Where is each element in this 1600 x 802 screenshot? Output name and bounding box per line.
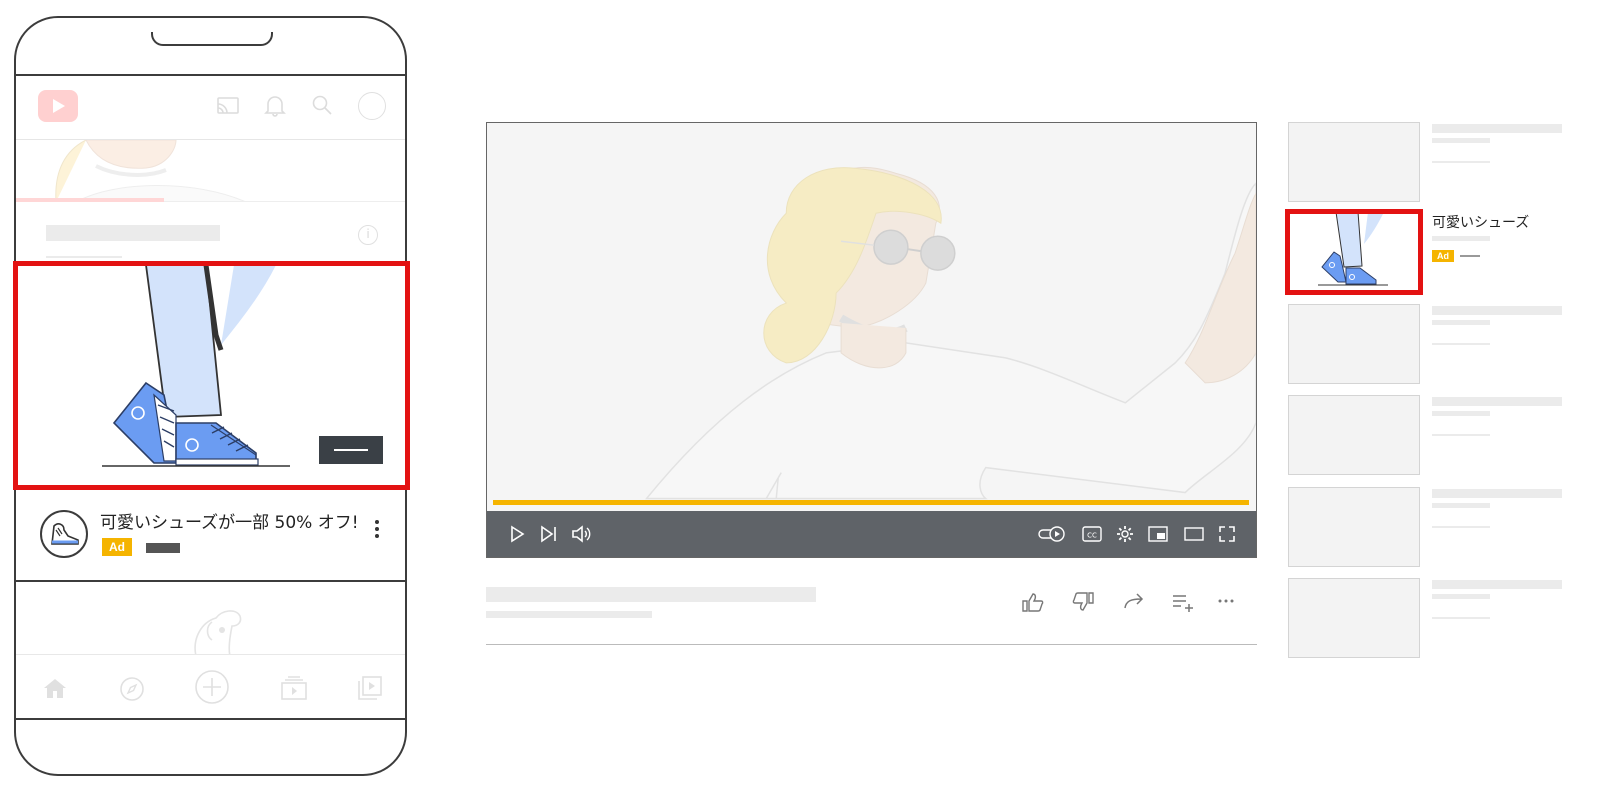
video-frame xyxy=(645,166,1256,500)
more-options-icon[interactable] xyxy=(372,518,382,540)
volume-icon[interactable] xyxy=(571,524,593,544)
related-video-thumbnail[interactable] xyxy=(1288,578,1420,658)
app-top-bar xyxy=(16,76,405,140)
save-to-playlist-icon[interactable] xyxy=(1170,591,1196,613)
related-meta-skeleton xyxy=(1432,617,1490,619)
related-title-skeleton xyxy=(1432,320,1490,325)
subtitle-skeleton xyxy=(46,256,122,258)
subscriptions-icon[interactable] xyxy=(280,675,308,701)
phone-bottom-divider xyxy=(16,718,405,720)
youtube-logo[interactable] xyxy=(38,90,78,122)
captions-icon[interactable]: CC xyxy=(1081,524,1103,544)
related-title-skeleton xyxy=(1432,124,1562,133)
info-icon[interactable]: i xyxy=(358,225,378,245)
bottom-navigation xyxy=(16,654,405,718)
related-meta-skeleton xyxy=(1432,526,1490,528)
more-actions-icon[interactable] xyxy=(1216,591,1236,613)
advertiser-name-placeholder xyxy=(146,543,180,553)
ad-headline[interactable]: 可愛いシューズが一部 50% オフ! xyxy=(100,508,359,533)
video-player[interactable]: CC xyxy=(486,122,1257,558)
related-video-thumbnail[interactable] xyxy=(1288,304,1420,384)
title-skeleton xyxy=(46,225,220,241)
related-video-thumbnail[interactable] xyxy=(1288,487,1420,567)
related-title-skeleton xyxy=(1432,503,1490,508)
related-title-skeleton xyxy=(1432,580,1562,589)
fullscreen-icon[interactable] xyxy=(1217,524,1237,544)
ad-highlight-frame xyxy=(13,261,410,490)
like-icon[interactable] xyxy=(1020,591,1046,613)
autoplay-toggle-icon[interactable] xyxy=(1037,524,1067,544)
related-meta-skeleton xyxy=(1432,161,1490,163)
play-icon[interactable] xyxy=(509,524,525,544)
video-title-skeleton xyxy=(486,587,816,602)
cast-icon[interactable] xyxy=(216,96,240,116)
sidebar-ad-badge: Ad xyxy=(1432,250,1454,262)
phone-speaker xyxy=(151,32,273,46)
related-video-thumbnail[interactable] xyxy=(1288,122,1420,202)
sidebar-ad-advertiser-skeleton xyxy=(1460,255,1480,257)
related-title-skeleton xyxy=(1432,306,1562,315)
home-icon[interactable] xyxy=(42,677,68,699)
dislike-icon[interactable] xyxy=(1070,591,1096,613)
player-progress-bar[interactable] xyxy=(493,500,1249,505)
related-title-skeleton xyxy=(1432,397,1562,406)
miniplayer-icon[interactable] xyxy=(1147,524,1169,544)
related-title-skeleton xyxy=(1432,489,1562,498)
related-video-thumbnail[interactable] xyxy=(1288,395,1420,475)
next-icon[interactable] xyxy=(539,524,559,544)
video-meta-skeleton xyxy=(486,611,652,618)
video-preview-peek xyxy=(16,140,405,202)
sidebar-ad-highlight-frame xyxy=(1285,209,1423,295)
video-info-row xyxy=(486,585,1257,645)
related-meta-skeleton xyxy=(1432,343,1490,345)
search-icon[interactable] xyxy=(311,94,333,116)
create-plus-icon[interactable] xyxy=(194,669,230,705)
next-video-peek xyxy=(16,580,405,654)
share-icon[interactable] xyxy=(1122,591,1146,613)
video-progress-bar[interactable] xyxy=(16,198,164,202)
library-icon[interactable] xyxy=(357,675,383,701)
explore-icon[interactable] xyxy=(119,676,145,702)
notifications-bell-icon[interactable] xyxy=(264,94,286,118)
account-avatar[interactable] xyxy=(358,92,386,120)
related-title-skeleton xyxy=(1432,138,1490,143)
related-title-skeleton xyxy=(1432,594,1490,599)
ad-badge: Ad xyxy=(102,538,132,556)
sidebar-ad-title[interactable]: 可愛いシューズ xyxy=(1432,212,1529,232)
related-title-skeleton xyxy=(1432,411,1490,416)
advertiser-avatar[interactable] xyxy=(40,510,88,558)
ad-info-row[interactable]: 可愛いシューズが一部 50% オフ! Ad xyxy=(16,496,405,580)
sidebar-ad-subtitle-skeleton xyxy=(1432,236,1490,241)
video-title-placeholder: i xyxy=(16,203,405,265)
settings-gear-icon[interactable] xyxy=(1115,524,1135,544)
svg-text:CC: CC xyxy=(1087,532,1097,540)
theater-mode-icon[interactable] xyxy=(1183,524,1205,544)
related-meta-skeleton xyxy=(1432,434,1490,436)
player-controls: CC xyxy=(487,511,1256,557)
